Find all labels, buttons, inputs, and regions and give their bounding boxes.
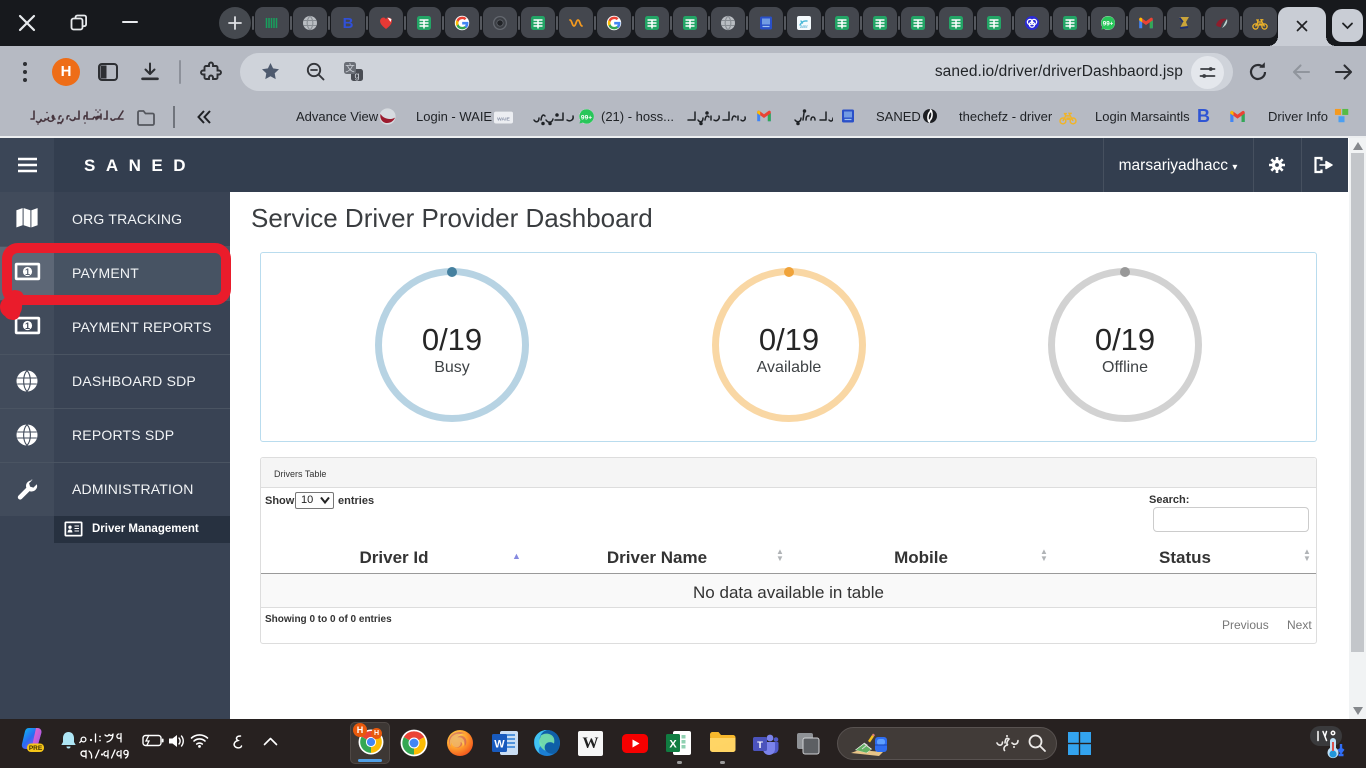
svg-text:1: 1 [25,321,30,331]
svg-text:文: 文 [345,63,355,75]
svg-text:W: W [494,739,505,751]
svg-text:X: X [669,739,677,751]
svg-text:PRE: PRE [29,745,43,752]
svg-text:T: T [757,740,763,751]
